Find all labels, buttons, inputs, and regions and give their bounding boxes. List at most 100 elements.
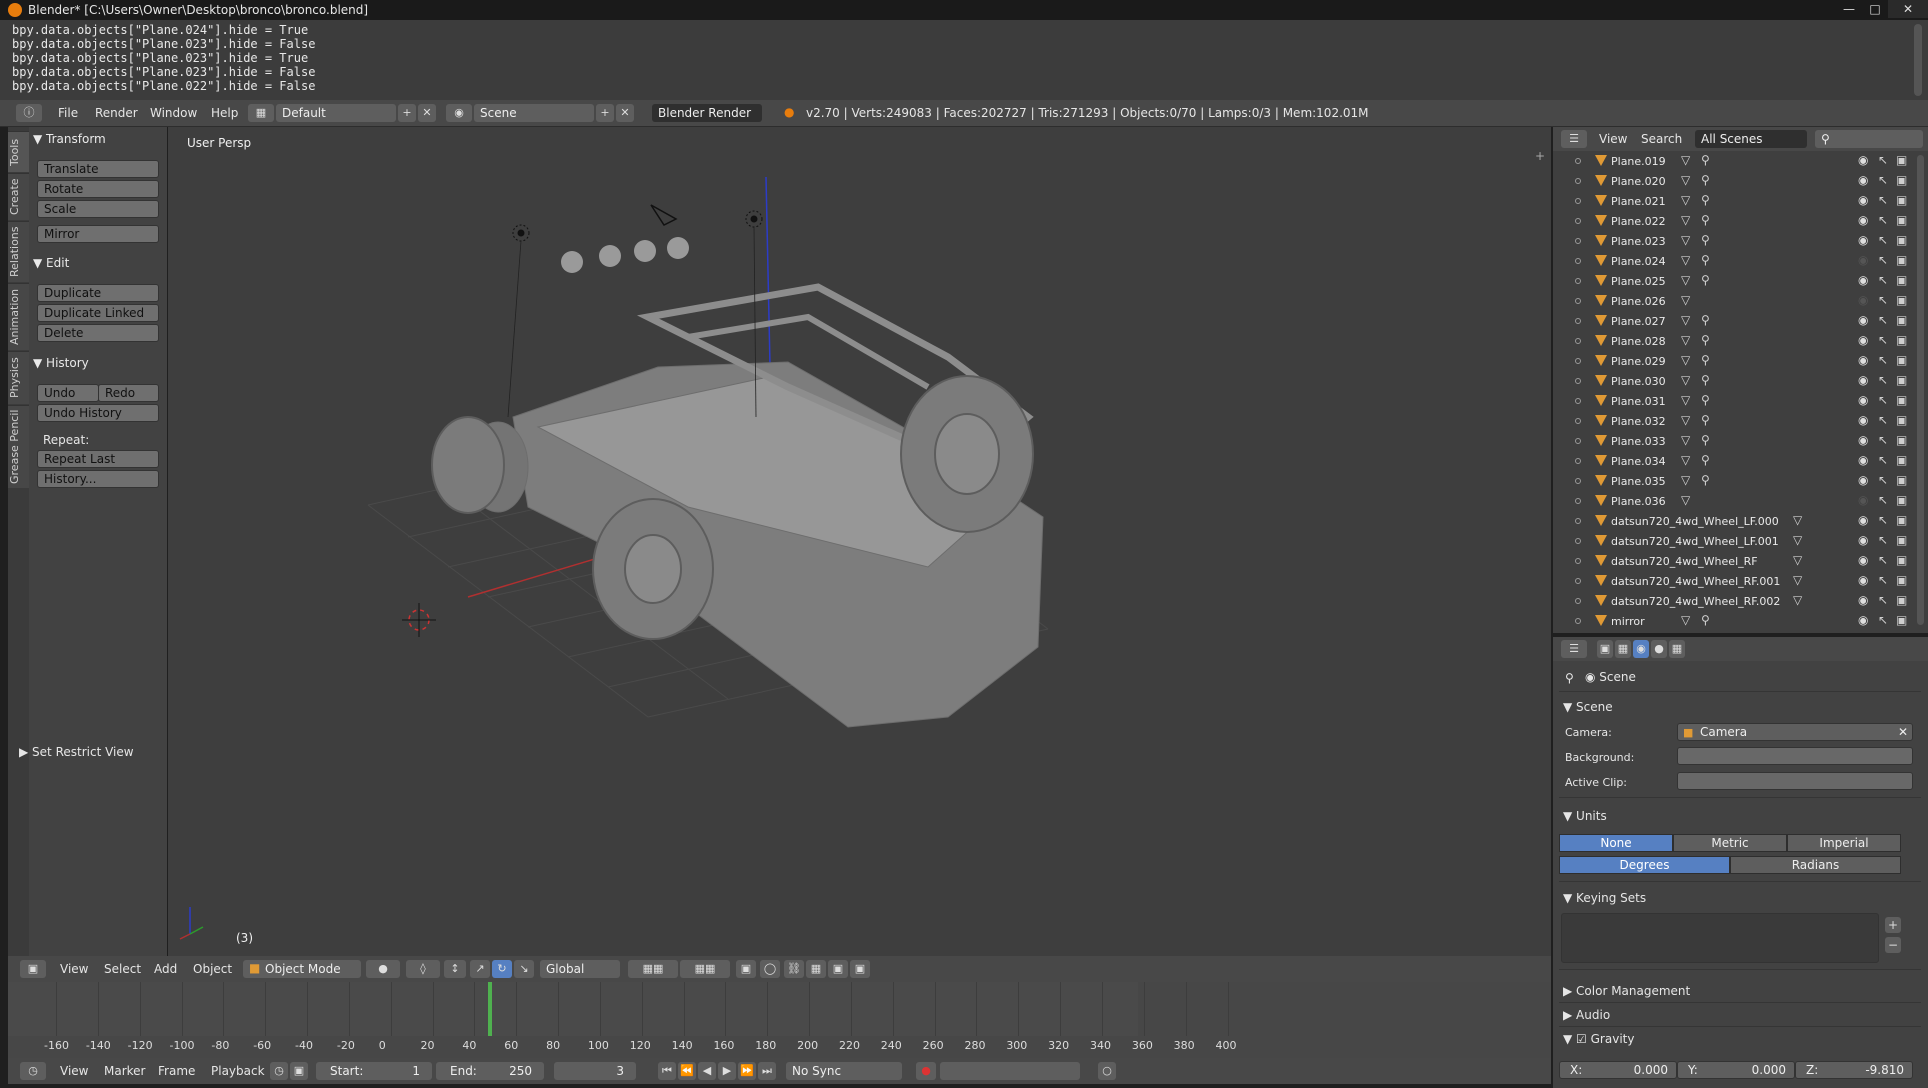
units-imperial-button[interactable]: Imperial <box>1787 834 1901 852</box>
editor-type-timeline-icon[interactable]: ◷ <box>20 1062 46 1080</box>
mesh-data-icon[interactable]: ▽ <box>1681 473 1690 487</box>
eye-icon[interactable]: ◉ <box>1858 233 1868 247</box>
expand-toggle-icon[interactable] <box>1575 198 1581 204</box>
select-cursor-icon[interactable]: ↖ <box>1878 513 1888 527</box>
mesh-data-icon[interactable]: ▽ <box>1681 313 1690 327</box>
outliner-row[interactable]: Plane.030 ▽ ⚲ ◉ ↖ ▣ <box>1553 371 1913 391</box>
layers-2-icon[interactable]: ▦▦ <box>680 960 730 978</box>
eye-icon[interactable]: ◉ <box>1858 553 1868 567</box>
undo-button[interactable]: Undo <box>37 384 99 402</box>
expand-toggle-icon[interactable] <box>1575 258 1581 264</box>
render-camera-icon[interactable]: ▣ <box>1896 413 1907 427</box>
expand-toggle-icon[interactable] <box>1575 398 1581 404</box>
jump-end-icon[interactable]: ⏭ <box>758 1062 776 1080</box>
render-camera-icon[interactable]: ▣ <box>1896 513 1907 527</box>
outliner-item-label[interactable]: Plane.023 <box>1611 235 1666 248</box>
expand-toggle-icon[interactable] <box>1575 578 1581 584</box>
outliner-item-label[interactable]: Plane.022 <box>1611 215 1666 228</box>
wrench-icon[interactable]: ⚲ <box>1701 233 1710 247</box>
outliner-row[interactable]: Plane.025 ▽ ⚲ ◉ ↖ ▣ <box>1553 271 1913 291</box>
outliner-item-label[interactable]: Plane.021 <box>1611 195 1666 208</box>
render-camera-icon[interactable]: ▣ <box>1896 153 1907 167</box>
select-cursor-icon[interactable]: ↖ <box>1878 453 1888 467</box>
mirror-button[interactable]: Mirror <box>37 225 159 243</box>
scale-manipulator-icon[interactable]: ↘ <box>514 960 534 978</box>
select-cursor-icon[interactable]: ↖ <box>1878 193 1888 207</box>
pin-icon[interactable]: ⚲ <box>1565 671 1574 685</box>
delete-button[interactable]: Delete <box>37 324 159 342</box>
eye-icon[interactable]: ◉ <box>1858 533 1868 547</box>
menu-help[interactable]: Help <box>211 106 238 120</box>
mesh-data-icon[interactable]: ▽ <box>1681 173 1690 187</box>
add-scene-icon[interactable]: + <box>596 104 614 122</box>
log-scrollbar[interactable] <box>1914 24 1922 96</box>
lock-icon[interactable]: ▣ <box>290 1062 308 1080</box>
add-layout-icon[interactable]: + <box>398 104 416 122</box>
render-camera-icon[interactable]: ▣ <box>1896 593 1907 607</box>
select-cursor-icon[interactable]: ↖ <box>1878 573 1888 587</box>
mesh-data-icon[interactable]: ▽ <box>1681 353 1690 367</box>
wrench-icon[interactable]: ⚲ <box>1701 153 1710 167</box>
outliner-item-label[interactable]: Plane.025 <box>1611 275 1666 288</box>
render-camera-icon[interactable]: ▣ <box>1896 393 1907 407</box>
menu-frame[interactable]: Frame <box>158 1064 195 1078</box>
end-frame-field[interactable]: End: 250 <box>436 1062 544 1080</box>
select-cursor-icon[interactable]: ↖ <box>1878 353 1888 367</box>
outliner-item-label[interactable]: datsun720_4wd_Wheel_RF <box>1611 555 1758 568</box>
wrench-icon[interactable]: ⚲ <box>1701 273 1710 287</box>
radians-button[interactable]: Radians <box>1730 856 1901 874</box>
outliner-item-label[interactable]: Plane.026 <box>1611 295 1666 308</box>
outliner-item-label[interactable]: Plane.031 <box>1611 395 1666 408</box>
insert-keyframe-icon[interactable]: ○ <box>1098 1062 1116 1080</box>
remove-keying-set-icon[interactable]: − <box>1885 937 1901 953</box>
render-camera-icon[interactable]: ▣ <box>1896 193 1907 207</box>
eye-icon[interactable]: ◉ <box>1858 193 1868 207</box>
gravity-z-field[interactable]: Z: -9.810 <box>1795 1061 1913 1079</box>
menu-search[interactable]: Search <box>1641 132 1682 146</box>
expand-toggle-icon[interactable] <box>1575 618 1581 624</box>
mesh-data-icon[interactable]: ▽ <box>1681 273 1690 287</box>
transform-orientation-select[interactable]: Global <box>540 960 620 978</box>
mesh-data-icon[interactable]: ▽ <box>1793 553 1802 567</box>
render-layers-icon[interactable]: ▦ <box>1615 640 1631 658</box>
select-cursor-icon[interactable]: ↖ <box>1878 473 1888 487</box>
render-engine-select[interactable]: Blender Render <box>652 104 762 122</box>
editor-type-info-icon[interactable]: ⓘ <box>16 104 42 122</box>
minimize-icon[interactable]: — <box>1836 0 1862 18</box>
current-frame-field[interactable]: 3 <box>554 1062 636 1080</box>
background-field[interactable] <box>1677 747 1913 765</box>
expand-toggle-icon[interactable] <box>1575 318 1581 324</box>
menu-select[interactable]: Select <box>104 962 141 976</box>
outliner-row[interactable]: Plane.024 ▽ ⚲ ◉ ↖ ▣ <box>1553 251 1913 271</box>
eye-icon[interactable]: ◉ <box>1858 273 1868 287</box>
eye-icon[interactable]: ◉ <box>1858 153 1868 167</box>
wrench-icon[interactable]: ⚲ <box>1701 333 1710 347</box>
expand-toggle-icon[interactable] <box>1575 418 1581 424</box>
expand-toggle-icon[interactable] <box>1575 458 1581 464</box>
mesh-data-icon[interactable]: ▽ <box>1681 253 1690 267</box>
transform-panel-header[interactable]: ▼ Transform <box>33 132 106 146</box>
eye-icon[interactable]: ◉ <box>1858 613 1868 627</box>
tab-relations[interactable]: Relations <box>8 221 29 282</box>
rotate-button[interactable]: Rotate <box>37 180 159 198</box>
render-camera-icon[interactable]: ▣ <box>1896 233 1907 247</box>
outliner-row[interactable]: Plane.019 ▽ ⚲ ◉ ↖ ▣ <box>1553 151 1913 171</box>
render-camera-icon[interactable]: ▣ <box>1896 533 1907 547</box>
outliner[interactable]: Plane.019 ▽ ⚲ ◉ ↖ ▣ Plane.020 ▽ ⚲ ◉ ↖ ▣ Plane.021 ▽ ⚲ ◉… <box>1553 151 1928 633</box>
outliner-item-label[interactable]: datsun720_4wd_Wheel_RF.002 <box>1611 595 1780 608</box>
mesh-data-icon[interactable]: ▽ <box>1681 293 1690 307</box>
select-cursor-icon[interactable]: ↖ <box>1878 493 1888 507</box>
tab-physics[interactable]: Physics <box>8 351 29 404</box>
wrench-icon[interactable]: ⚲ <box>1701 453 1710 467</box>
sync-mode-select[interactable]: No Sync <box>786 1062 902 1080</box>
select-cursor-icon[interactable]: ↖ <box>1878 333 1888 347</box>
eye-icon[interactable]: ◉ <box>1858 473 1868 487</box>
render-camera-icon[interactable]: ▣ <box>1896 353 1907 367</box>
history-button[interactable]: History... <box>37 470 159 488</box>
repeat-last-button[interactable]: Repeat Last <box>37 450 159 468</box>
eye-icon[interactable]: ◉ <box>1858 293 1868 307</box>
mesh-data-icon[interactable]: ▽ <box>1681 193 1690 207</box>
outliner-item-label[interactable]: Plane.032 <box>1611 415 1666 428</box>
outliner-item-label[interactable]: Plane.036 <box>1611 495 1666 508</box>
jump-keyframe-back-icon[interactable]: ⏪ <box>678 1062 696 1080</box>
